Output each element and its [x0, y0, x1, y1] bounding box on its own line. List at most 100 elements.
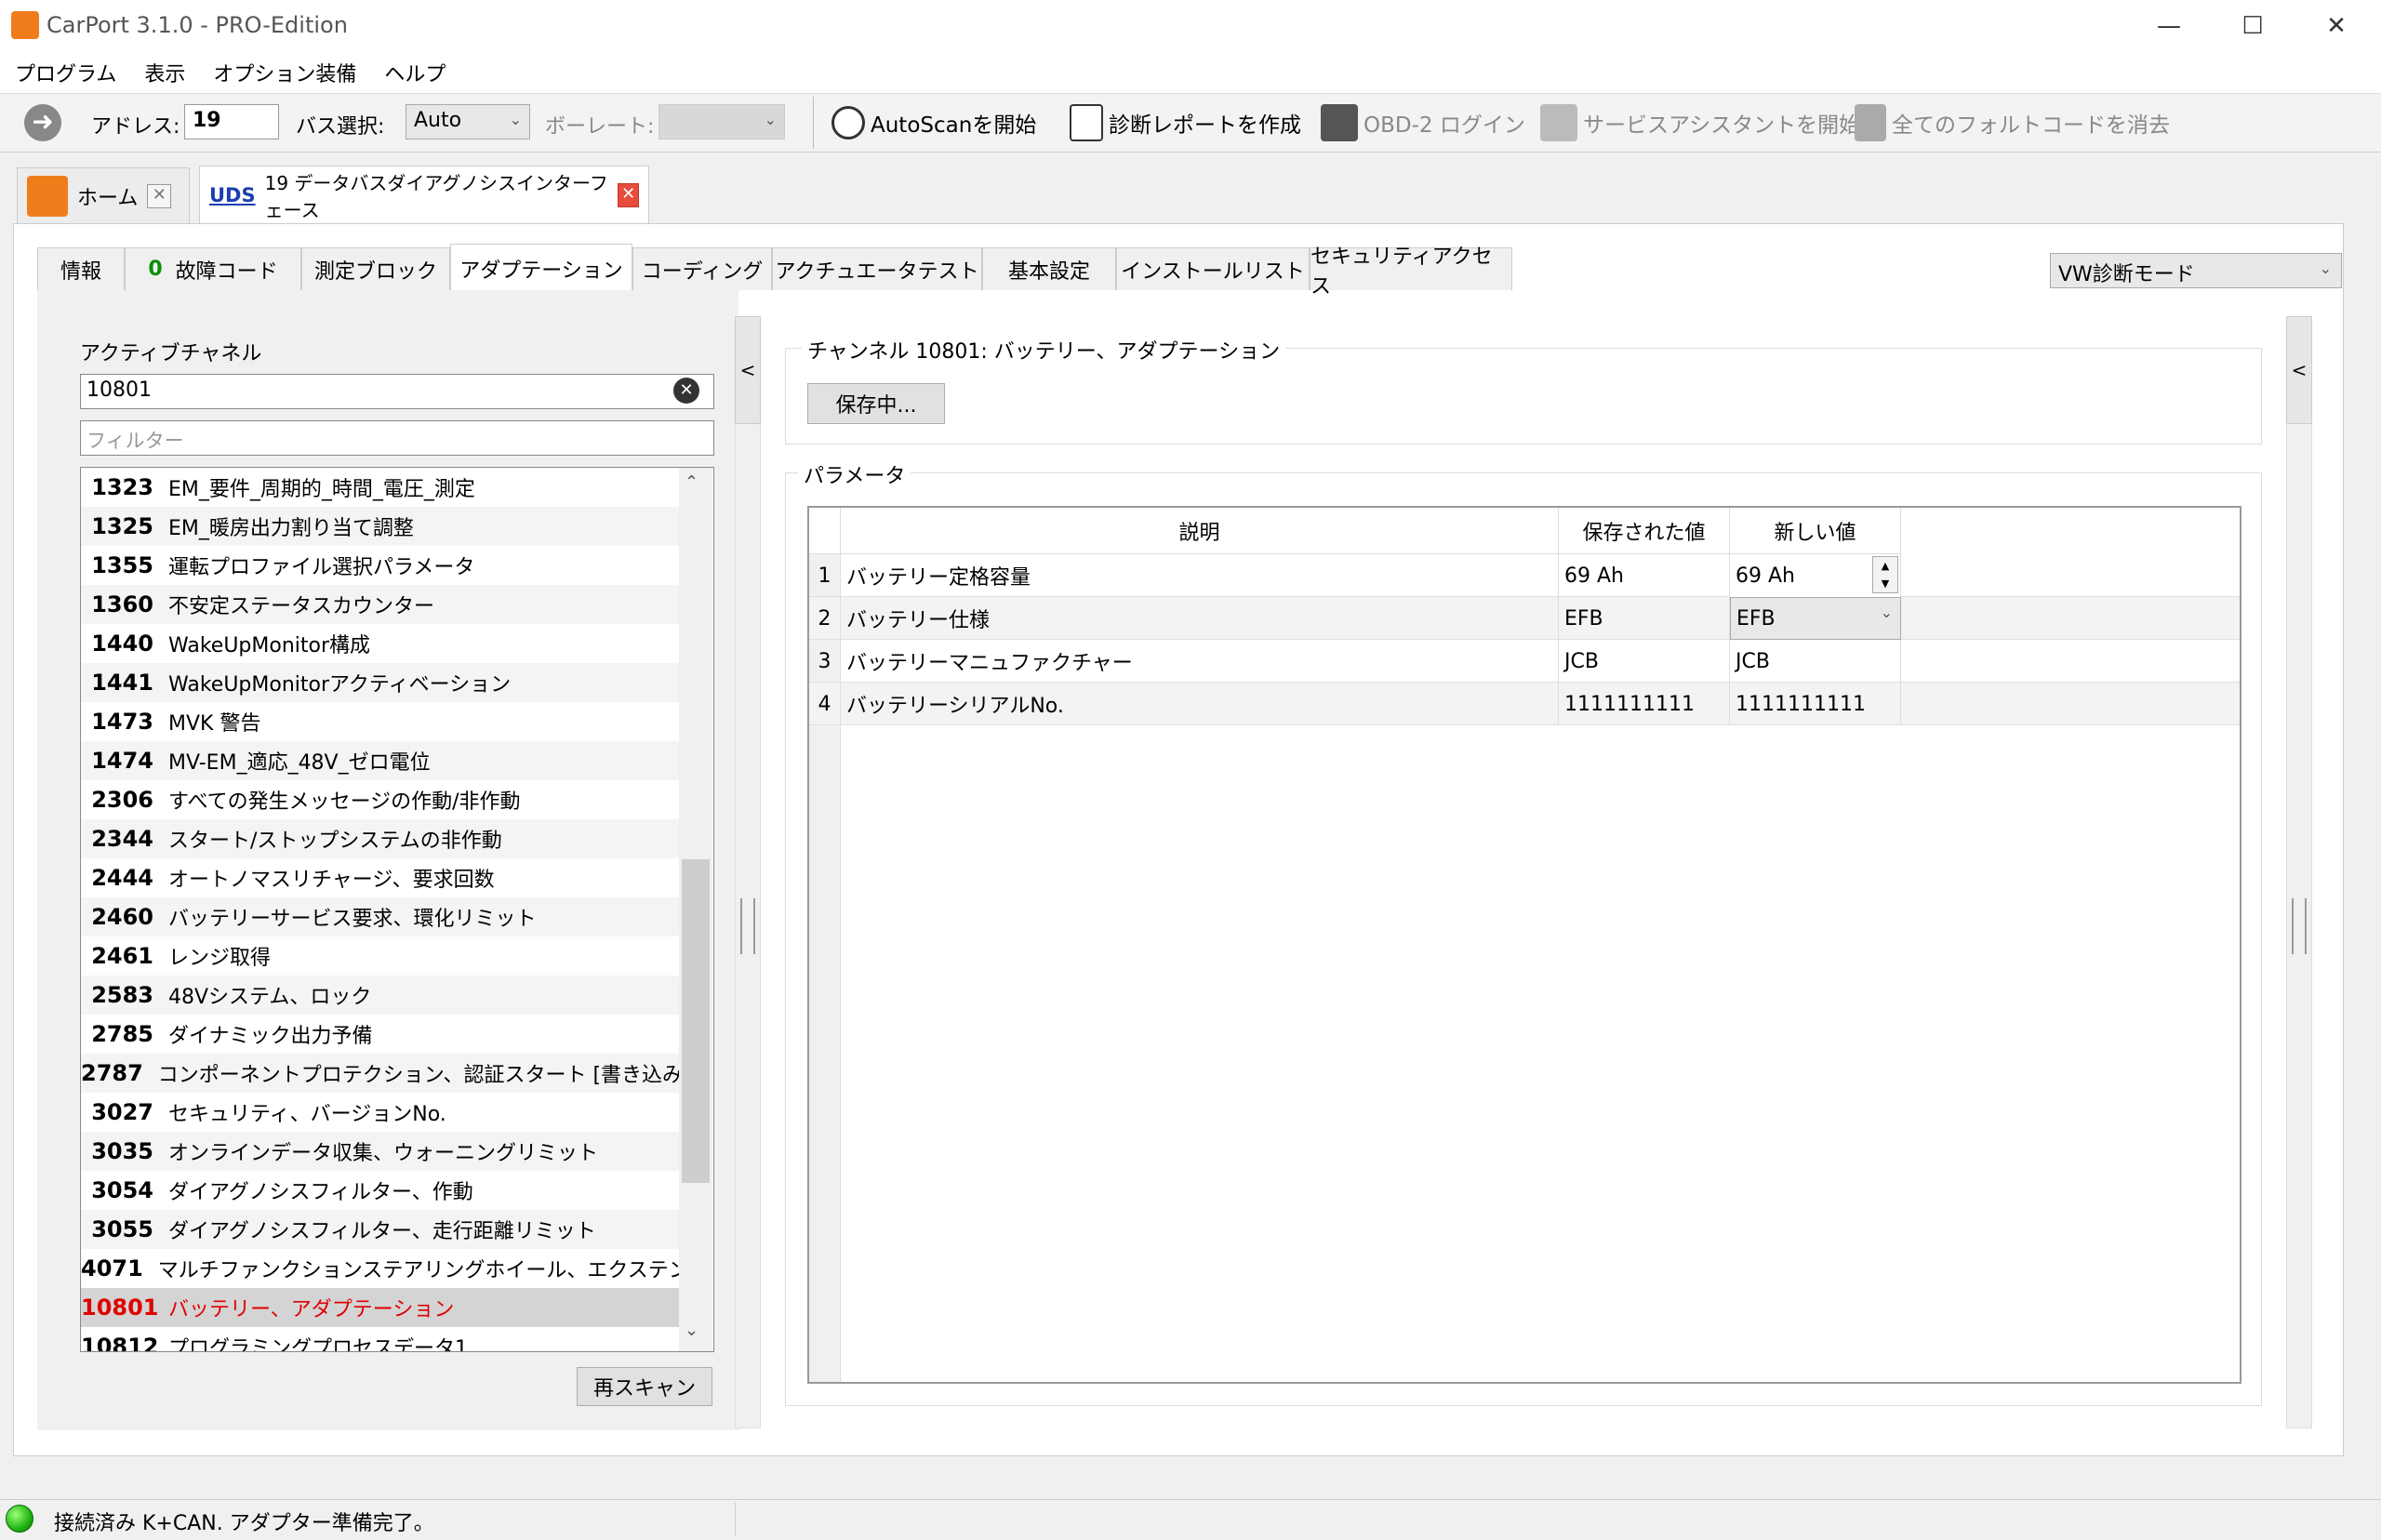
table-row[interactable]: 1 バッテリー定格容量 69 Ah 69 Ah ▲ ▼: [809, 554, 2240, 597]
engine-icon: [1321, 104, 1358, 141]
list-item[interactable]: 10801 バッテリー、アダプテーション: [81, 1288, 680, 1327]
right-splitter[interactable]: [2286, 316, 2312, 1428]
status-text: 接続済み K+CAN. アダプター準備完了。: [54, 1512, 434, 1535]
address-input[interactable]: 19: [184, 104, 279, 139]
tab-actuator[interactable]: アクチュエータテスト: [772, 247, 982, 290]
list-item[interactable]: 10812 プログラミングプロセスデータ1: [81, 1327, 680, 1352]
channel-number: 3054: [91, 1177, 153, 1203]
tab-info[interactable]: 情報: [37, 247, 125, 290]
list-item[interactable]: 2583 48Vシステム、ロック: [81, 976, 680, 1015]
list-item[interactable]: 3027 セキュリティ、バージョンNo.: [81, 1093, 680, 1132]
saving-button[interactable]: 保存中...: [807, 383, 945, 424]
chevron-down-icon[interactable]: ⌄: [685, 1321, 698, 1340]
diagnostic-mode-select[interactable]: VW診断モード ⌄: [2050, 253, 2342, 288]
table-row[interactable]: 3 バッテリーマニュファクチャー JCB JCB: [809, 640, 2240, 683]
row-number: 1: [809, 554, 841, 597]
title-bar: [0, 0, 2381, 52]
list-item[interactable]: 2306 すべての発生メッセージの作動/非作動: [81, 780, 680, 819]
collapse-right-button[interactable]: <: [2286, 316, 2312, 424]
grip-icon[interactable]: [740, 898, 755, 954]
list-item[interactable]: 3035 オンラインデータ収集、ウォーニングリミット: [81, 1132, 680, 1171]
scrollbar-thumb[interactable]: [682, 859, 710, 1183]
bus-select[interactable]: Auto ⌄: [406, 104, 530, 139]
new-value-dropdown[interactable]: EFB ⌄: [1730, 597, 1901, 640]
close-icon[interactable]: ✕: [2294, 0, 2379, 52]
clear-icon[interactable]: ✕: [673, 378, 699, 404]
table-row[interactable]: 4 バッテリーシリアルNo. 1111111111 1111111111: [809, 683, 2240, 725]
tab-fault-codes[interactable]: 0 故障コード: [125, 247, 301, 290]
channel-label: 不安定ステータスカウンター: [168, 595, 435, 618]
autoscan-button[interactable]: AutoScanを開始: [831, 99, 1036, 147]
tab-install-list[interactable]: インストールリスト: [1116, 247, 1310, 290]
list-item[interactable]: 2344 スタート/ストップシステムの非作動: [81, 819, 680, 858]
collapse-left-button[interactable]: <: [735, 316, 761, 424]
menu-help[interactable]: ヘルプ: [384, 58, 446, 87]
list-item[interactable]: 4071 マルチファンクションステアリングホイール、エクステンデッドアダプテーショ…: [81, 1249, 680, 1288]
list-item[interactable]: 1441 WakeUpMonitorアクティベーション: [81, 663, 680, 702]
row-description: バッテリーシリアルNo.: [841, 683, 1559, 725]
tab-measure[interactable]: 測定ブロック: [301, 247, 450, 290]
clear-faults-button[interactable]: 全てのフォルトコードを消去: [1855, 99, 2170, 147]
filter-input[interactable]: フィルター: [80, 420, 714, 456]
row-saved-value: 1111111111: [1559, 683, 1730, 725]
channel-list[interactable]: 1323 EM_要件_周期的_時間_電圧_測定 1325 EM_暖房出力割り当て調整 1…: [80, 467, 714, 1352]
tab-basic-settings[interactable]: 基本設定: [982, 247, 1116, 290]
menu-bar: プログラム 表示 オプション装備 ヘルプ: [0, 52, 2381, 93]
baud-select[interactable]: ⌄: [658, 104, 785, 139]
header-description[interactable]: 説明: [841, 508, 1559, 554]
list-item[interactable]: 1323 EM_要件_周期的_時間_電圧_測定: [81, 468, 680, 507]
row-new-value[interactable]: 1111111111: [1730, 683, 1901, 725]
menu-view[interactable]: 表示: [144, 58, 185, 87]
parameters-title: パラメータ: [798, 459, 911, 489]
menu-program[interactable]: プログラム: [15, 58, 116, 87]
list-item[interactable]: 2444 オートノマスリチャージ、要求回数: [81, 858, 680, 897]
minimize-icon[interactable]: —: [2126, 0, 2212, 52]
list-item[interactable]: 3054 ダイアグノシスフィルター、作動: [81, 1171, 680, 1210]
channel-number: 10801: [81, 1294, 159, 1321]
list-item[interactable]: 3055 ダイアグノシスフィルター、走行距離リミット: [81, 1210, 680, 1249]
channel-label: セキュリティ、バージョンNo.: [168, 1103, 446, 1126]
spinner-arrows-icon[interactable]: ▲ ▼: [1872, 556, 1898, 593]
menu-options[interactable]: オプション装備: [213, 58, 356, 87]
header-new-value[interactable]: 新しい値: [1730, 508, 1901, 554]
tab-home[interactable]: ホーム ✕: [17, 167, 190, 223]
list-item[interactable]: 1325 EM_暖房出力割り当て調整: [81, 507, 680, 546]
new-value-spinner[interactable]: 69 Ah ▲ ▼: [1730, 554, 1901, 597]
row-saved-value: EFB: [1559, 597, 1730, 640]
channel-label: プログラミングプロセスデータ1: [168, 1337, 468, 1352]
report-icon: [1070, 104, 1103, 141]
list-item[interactable]: 2787 コンポーネントプロテクション、認証スタート [書き込み専用]: [81, 1054, 680, 1093]
channel-input[interactable]: 10801: [80, 374, 714, 409]
tab-adaptation[interactable]: アダプテーション: [450, 244, 632, 292]
list-item[interactable]: 1355 運転プロファイル選択パラメータ: [81, 546, 680, 585]
list-item[interactable]: 1440 WakeUpMonitor構成: [81, 624, 680, 663]
list-item[interactable]: 1473 MVK 警告: [81, 702, 680, 741]
list-item[interactable]: 2785 ダイナミック出力予備: [81, 1015, 680, 1054]
tab-security[interactable]: セキュリティアクセス: [1310, 246, 1512, 299]
arrow-right-icon[interactable]: ➜: [24, 104, 61, 141]
tab-close-icon[interactable]: ✕: [147, 183, 172, 208]
row-new-value[interactable]: JCB: [1730, 640, 1901, 683]
channel-number: 2785: [91, 1021, 153, 1047]
chevron-up-icon[interactable]: ⌃: [685, 472, 698, 492]
report-button[interactable]: 診断レポートを作成: [1070, 99, 1301, 147]
tab-uds[interactable]: UDS 19 データバスダイアグノシスインターフェース ✕: [199, 166, 649, 223]
obd-login-button[interactable]: OBD-2 ログイン: [1321, 99, 1525, 147]
tab-fault-label: 故障コード: [175, 259, 278, 284]
list-item[interactable]: 2461 レンジ取得: [81, 936, 680, 976]
header-saved-value[interactable]: 保存された値: [1559, 508, 1730, 554]
list-item[interactable]: 1474 MV-EM_適応_48V_ゼロ電位: [81, 741, 680, 780]
channel-label: ダイアグノシスフィルター、作動: [168, 1181, 473, 1204]
table-row[interactable]: 2 バッテリー仕様 EFB EFB ⌄: [809, 597, 2240, 640]
tab-coding[interactable]: コーディング: [632, 247, 772, 290]
service-assistant-button[interactable]: サービスアシスタントを開始: [1540, 99, 1860, 147]
rescan-button[interactable]: 再スキャン: [577, 1367, 712, 1406]
maximize-icon[interactable]: ☐: [2210, 0, 2295, 52]
grip-icon[interactable]: [2292, 898, 2307, 954]
list-item[interactable]: 1360 不安定ステータスカウンター: [81, 585, 680, 624]
channel-label: オートノマスリチャージ、要求回数: [168, 869, 495, 892]
list-item[interactable]: 2460 バッテリーサービス要求、環化リミット: [81, 897, 680, 936]
left-splitter[interactable]: [735, 316, 761, 1428]
spinner-value: 69 Ah: [1736, 564, 1795, 588]
tab-close-icon[interactable]: ✕: [618, 182, 639, 207]
